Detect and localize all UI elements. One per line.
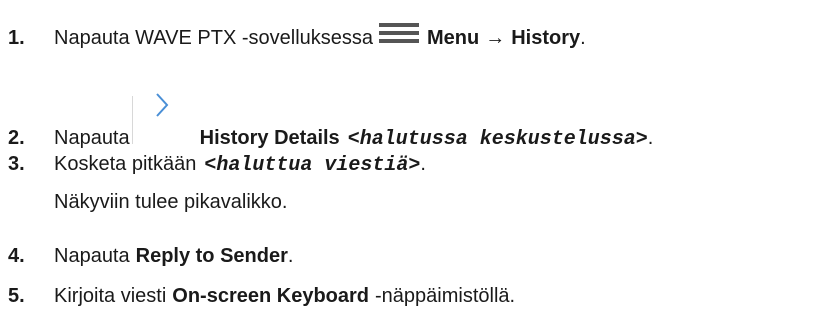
- step-text: Napauta WAVE PTX -sovelluksessa: [54, 27, 374, 49]
- step-text: Napauta: [54, 127, 130, 149]
- step-4: 4. Napauta Reply to Sender .: [0, 245, 293, 268]
- placeholder-text: <halutussa keskustelussa>: [347, 128, 648, 151]
- step-5: 5. Kirjoita viesti On-screen Keyboard -n…: [0, 285, 515, 308]
- step-number: 2.: [8, 127, 25, 149]
- history-details-label: History Details: [199, 127, 340, 149]
- step-text: Kosketa pitkään: [54, 153, 197, 175]
- step-text: Napauta: [54, 245, 130, 267]
- on-screen-keyboard-label: On-screen Keyboard: [172, 285, 369, 307]
- step-1: 1. Napauta WAVE PTX -sovelluksessa Menu …: [0, 22, 586, 50]
- hamburger-menu-icon: [379, 23, 420, 43]
- step-text: Kirjoita viesti: [54, 285, 167, 307]
- step-text-end: -näppäimistöllä.: [375, 285, 516, 307]
- divider: [131, 96, 133, 144]
- step-2: 2. Napauta History Details <halutussa ke…: [0, 92, 653, 151]
- placeholder-text: <haluttua viestiä>: [204, 154, 421, 177]
- menu-label: Menu: [427, 27, 480, 49]
- history-label: History: [511, 27, 581, 49]
- chevron-button-graphic: [131, 92, 190, 144]
- reply-to-sender-label: Reply to Sender: [135, 245, 288, 267]
- step-number: 5.: [8, 285, 25, 307]
- step-end: .: [287, 245, 294, 267]
- step-3: 3. Kosketa pitkään <haluttua viestiä> .: [0, 153, 426, 177]
- step-end: .: [647, 127, 654, 149]
- step-end: .: [420, 153, 426, 175]
- step-number: 1.: [8, 27, 25, 49]
- step-number: 3.: [8, 153, 25, 175]
- arrow-glyph: →: [485, 27, 506, 49]
- step-end: .: [580, 27, 586, 49]
- chevron-right-icon: [155, 93, 168, 117]
- step-3-note: Näkyviin tulee pikavalikko.: [54, 191, 288, 213]
- step-number: 4.: [8, 245, 25, 267]
